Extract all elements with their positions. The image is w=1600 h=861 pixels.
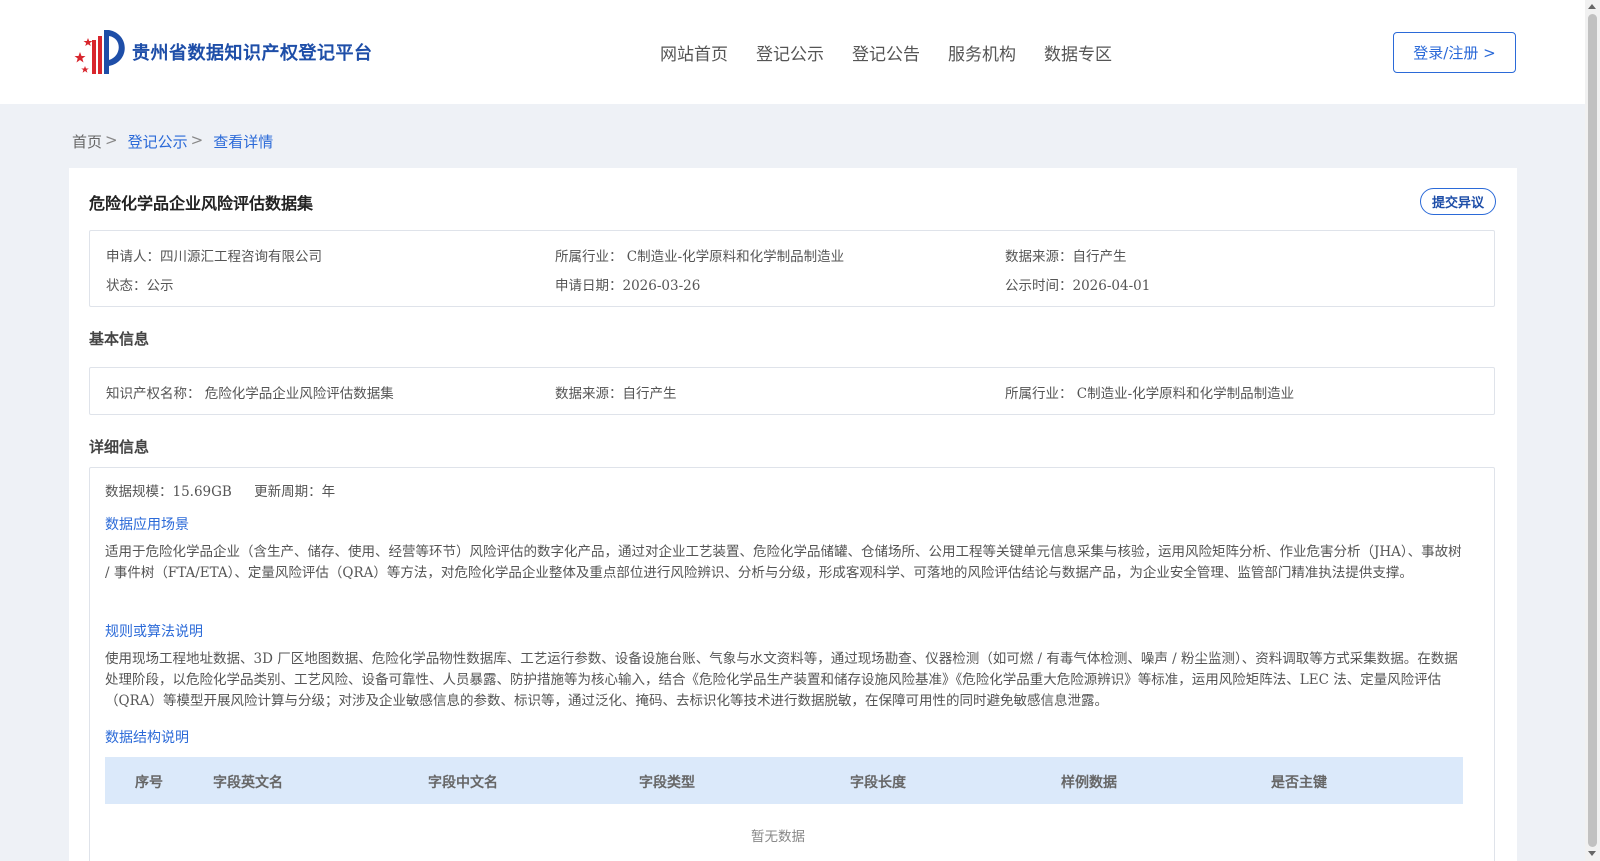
breadcrumb: 首页 > 登记公示 > 查看详情 (72, 131, 273, 152)
login-register-button[interactable]: 登录/注册 > (1393, 32, 1516, 73)
column-header-field-en: 字段英文名 (213, 775, 283, 791)
breadcrumb-home[interactable]: 首页 (72, 131, 102, 152)
application-scene-text: 适用于危险化学品企业（含生产、储存、使用、经营等环节）风险评估的数字化产品，通过… (105, 544, 1462, 581)
nav-item-home[interactable]: 网站首页 (660, 40, 728, 65)
scroll-down-icon[interactable] (1588, 851, 1596, 856)
column-header-field-cn: 字段中文名 (428, 775, 498, 791)
breadcrumb-separator: > (190, 131, 204, 149)
industry-field: 所属行业： C制造业-化学原料和化学制品制造业 (555, 249, 845, 265)
basic-info-box: 知识产权名称： 危险化学品企业风险评估数据集 数据来源：自行产生 所属行业： C… (89, 367, 1495, 415)
detail-info-heading: 详细信息 (89, 438, 150, 456)
table-empty-text: 暂无数据 (751, 829, 805, 845)
breadcrumb-separator: > (105, 131, 118, 149)
breadcrumb-view-detail: 查看详情 (213, 133, 274, 151)
logo-text: 贵州省数据知识产权登记平台 (132, 43, 373, 64)
basic-source-field: 数据来源：自行产生 (555, 386, 677, 402)
platform-logo-icon (74, 30, 125, 74)
main-nav: 网站首页 登记公示 登记公告 服务机构 数据专区 (660, 40, 1140, 65)
apply-date-field: 申请日期：2026-03-26 (555, 278, 701, 294)
update-cycle: 更新周期：年 (254, 484, 336, 500)
page-title: 危险化学品企业风险评估数据集 (89, 194, 314, 213)
summary-box: 申请人：四川源汇工程咨询有限公司 所属行业： C制造业-化学原料和化学制品制造业… (89, 230, 1495, 307)
page-scrollbar[interactable] (1585, 0, 1600, 861)
structure-table-header: 序号 字段英文名 字段中文名 字段类型 字段长度 样例数据 是否主键 (105, 757, 1463, 804)
nav-item-registration-announcement[interactable]: 登记公告 (852, 40, 920, 65)
ip-name-field: 知识产权名称： 危险化学品企业风险评估数据集 (106, 386, 394, 402)
scroll-up-icon[interactable] (1588, 4, 1596, 9)
basic-info-heading: 基本信息 (89, 330, 150, 348)
algorithm-heading: 规则或算法说明 (105, 624, 203, 640)
column-header-field-length: 字段长度 (850, 775, 906, 791)
nav-item-data-zone[interactable]: 数据专区 (1044, 40, 1112, 65)
site-logo[interactable]: 贵州省数据知识产权登记平台 (72, 26, 373, 78)
data-source-field: 数据来源：自行产生 (1005, 249, 1127, 265)
detail-card: 危险化学品企业风险评估数据集 提交异议 申请人：四川源汇工程咨询有限公司 所属行… (69, 168, 1517, 861)
data-structure-heading: 数据结构说明 (105, 730, 189, 746)
column-header-index: 序号 (135, 775, 163, 791)
breadcrumb-registration-notice[interactable]: 登记公示 (128, 131, 188, 152)
data-scale: 数据规模：15.69GB (105, 484, 232, 500)
column-header-field-type: 字段类型 (639, 775, 695, 791)
basic-industry-field: 所属行业： C制造业-化学原料和化学制品制造业 (1005, 386, 1295, 402)
applicant-field: 申请人：四川源汇工程咨询有限公司 (106, 249, 322, 265)
scrollbar-thumb[interactable] (1588, 14, 1597, 847)
nav-item-service-agencies[interactable]: 服务机构 (948, 40, 1016, 65)
application-scene-heading: 数据应用场景 (105, 517, 189, 533)
column-header-sample: 样例数据 (1061, 775, 1117, 791)
algorithm-text: 使用现场工程地址数据、3D 厂区地图数据、危险化学品物性数据库、工艺运行参数、设… (105, 651, 1458, 709)
submit-objection-button[interactable]: 提交异议 (1420, 188, 1496, 215)
data-meta-line: 数据规模：15.69GB 更新周期：年 (105, 480, 335, 500)
nav-item-registration-notice[interactable]: 登记公示 (756, 40, 824, 65)
publish-date-field: 公示时间：2026-04-01 (1005, 278, 1151, 294)
status-field: 状态：公示 (106, 278, 174, 294)
column-header-primary-key: 是否主键 (1271, 775, 1327, 791)
top-header: 贵州省数据知识产权登记平台 网站首页 登记公示 登记公告 服务机构 数据专区 登… (0, 0, 1585, 104)
